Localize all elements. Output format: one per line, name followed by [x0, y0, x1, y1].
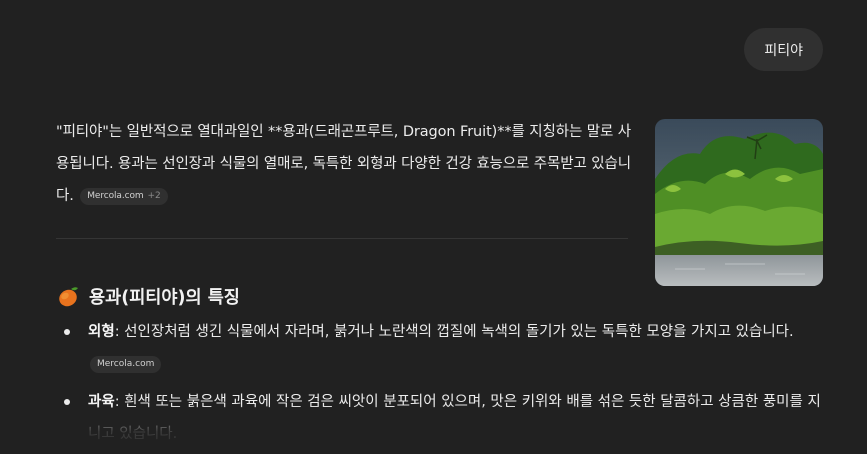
chat-page: 피티야 "피티야"는 일반적으로 열대과일인 **용과(드래곤프루트, Drag… — [0, 0, 867, 454]
mango-icon — [56, 284, 80, 308]
section-title: 용과(피티야)의 특징 — [89, 287, 240, 308]
section-divider — [56, 238, 628, 239]
feature-list: 외형: 선인장처럼 생긴 식물에서 자라며, 붉거나 노란색의 껍질에 녹색의 … — [56, 316, 826, 454]
list-item: 과육: 흰색 또는 붉은색 과육에 작은 검은 씨앗이 분포되어 있으며, 맛은… — [56, 386, 826, 450]
source-chip-label: Mercola.com — [97, 358, 155, 369]
source-chip-label: Mercola.com — [87, 190, 144, 201]
list-item: 외형: 선인장처럼 생긴 식물에서 자라며, 붉거나 노란색의 껍질에 녹색의 … — [56, 316, 826, 380]
bullet-text: : 흰색 또는 붉은색 과육에 작은 검은 씨앗이 분포되어 있으며, 맛은 키… — [88, 394, 821, 442]
bullet-text: : 선인장처럼 생긴 식물에서 자라며, 붉거나 노란색의 껍질에 녹색의 돌기… — [114, 324, 794, 340]
bullet-term: 과육 — [88, 394, 115, 410]
bullet-term: 외형 — [88, 324, 115, 340]
user-message-text: 피티야 — [764, 42, 803, 59]
answer-intro: "피티야"는 일반적으로 열대과일인 **용과(드래곤프루트, Dragon F… — [56, 116, 636, 212]
bullet-dot — [64, 399, 70, 405]
source-chip-more: +2 — [147, 190, 161, 201]
source-chip[interactable]: Mercola.com — [90, 355, 162, 373]
answer-image[interactable] — [655, 119, 823, 286]
bullet-dot — [64, 329, 70, 335]
section-heading: 용과(피티야)의 특징 — [56, 281, 240, 311]
source-chip[interactable]: Mercola.com +2 — [80, 187, 168, 205]
jungle-river-image — [655, 119, 823, 286]
user-message-bubble: 피티야 — [744, 28, 823, 71]
